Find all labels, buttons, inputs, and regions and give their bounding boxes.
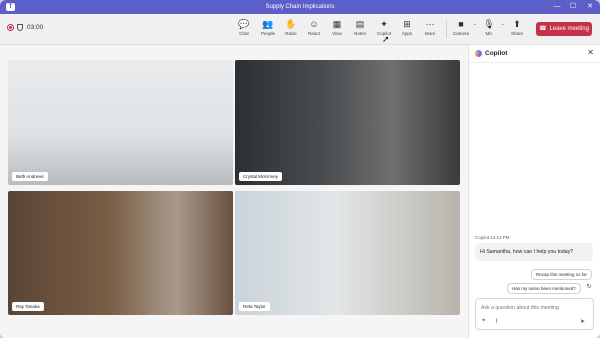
- message-meta: Copilot 12:12 PM: [475, 235, 510, 240]
- raise-hand-icon: ✋: [285, 19, 297, 29]
- raise-hand-button[interactable]: ✋ Raise: [280, 18, 302, 40]
- attach-icon[interactable]: ⌖: [482, 318, 485, 325]
- refresh-icon[interactable]: ↻: [585, 283, 593, 291]
- more-button[interactable]: ··· More: [419, 18, 441, 40]
- camera-button[interactable]: ■ Camera ⌄: [450, 18, 477, 40]
- mic-icon: 🎙: [483, 19, 495, 29]
- copilot-panel: Copilot ✕ Copilot 12:12 PM Hi Samantha, …: [468, 45, 600, 338]
- recording-icon: [7, 24, 14, 31]
- minimize-button[interactable]: —: [550, 2, 564, 12]
- suggestion-chip[interactable]: Has my name been mentioned?: [507, 283, 581, 294]
- phone-icon: ☎: [539, 26, 547, 32]
- teams-window: T Supply Chain Implications — ☐ ✕ 03:00 …: [0, 0, 600, 338]
- copilot-logo-icon: [475, 50, 482, 57]
- participant-name: Reta Taylor: [239, 302, 270, 311]
- people-icon: 👥: [262, 19, 274, 29]
- meeting-timer: 03:00: [27, 24, 44, 31]
- video-tile[interactable]: Reta Taylor: [235, 191, 460, 315]
- react-button[interactable]: ☺ React: [303, 18, 325, 40]
- panel-divider: [469, 62, 600, 63]
- copilot-message: Hi Samantha, how can I help you today?: [475, 243, 593, 261]
- copilot-icon: ✦: [380, 19, 388, 29]
- mouse-cursor-icon: ➚: [382, 34, 390, 44]
- toolbar-divider: [446, 20, 447, 38]
- participant-name: Ray Tanaka: [12, 302, 44, 311]
- chevron-down-icon[interactable]: ⌄: [501, 21, 505, 27]
- video-tile[interactable]: Ray Tanaka: [8, 191, 233, 315]
- mic-button[interactable]: 🎙 Mic ⌄: [478, 18, 505, 40]
- title-bar: T Supply Chain Implications — ☐ ✕: [0, 0, 600, 14]
- close-window-button[interactable]: ✕: [583, 2, 597, 12]
- suggestion-chip[interactable]: Recap this meeting so far: [531, 269, 593, 280]
- share-icon: ⬆: [513, 19, 521, 29]
- shield-icon: [17, 24, 23, 31]
- more-icon: ···: [425, 19, 435, 29]
- leave-meeting-button[interactable]: ☎ Leave meeting: [536, 22, 592, 36]
- video-tile[interactable]: Beth Andrews: [8, 60, 233, 185]
- video-stage: Beth Andrews Crystal McKinney Ray Tanaka…: [0, 45, 468, 338]
- copilot-header: Copilot: [475, 50, 507, 57]
- notes-icon: ▤: [355, 19, 365, 29]
- apps-button[interactable]: ⊞ Apps: [396, 18, 418, 40]
- camera-icon: ■: [458, 19, 464, 29]
- video-tile[interactable]: Crystal McKinney: [235, 60, 460, 185]
- meeting-toolbar: 03:00 💬 Chat 👥 People ✋ Raise ☺ React ▦ View …: [0, 14, 600, 45]
- paperclip-icon[interactable]: ⌇: [495, 318, 498, 325]
- react-icon: ☺: [309, 19, 319, 29]
- view-button[interactable]: ▦ View: [326, 18, 348, 40]
- copilot-input[interactable]: Ask a question about this meeting ⌖ ⌇ ➤: [475, 298, 594, 330]
- notes-button[interactable]: ▤ Notes: [349, 18, 371, 40]
- input-placeholder: Ask a question about this meeting: [481, 305, 559, 311]
- people-button[interactable]: 👥 People: [257, 18, 279, 40]
- chevron-down-icon[interactable]: ⌄: [473, 21, 477, 27]
- apps-icon: ⊞: [403, 19, 411, 29]
- share-button[interactable]: ⬆ Share: [506, 18, 528, 40]
- participant-name: Crystal McKinney: [239, 172, 283, 181]
- chat-icon: 💬: [238, 19, 250, 29]
- window-title: Supply Chain Implications: [265, 4, 335, 10]
- close-panel-button[interactable]: ✕: [587, 48, 594, 57]
- participant-name: Beth Andrews: [12, 172, 48, 181]
- view-icon: ▦: [332, 19, 342, 29]
- send-icon[interactable]: ➤: [580, 318, 585, 325]
- restore-button[interactable]: ☐: [566, 2, 580, 12]
- chat-button[interactable]: 💬 Chat: [233, 18, 255, 40]
